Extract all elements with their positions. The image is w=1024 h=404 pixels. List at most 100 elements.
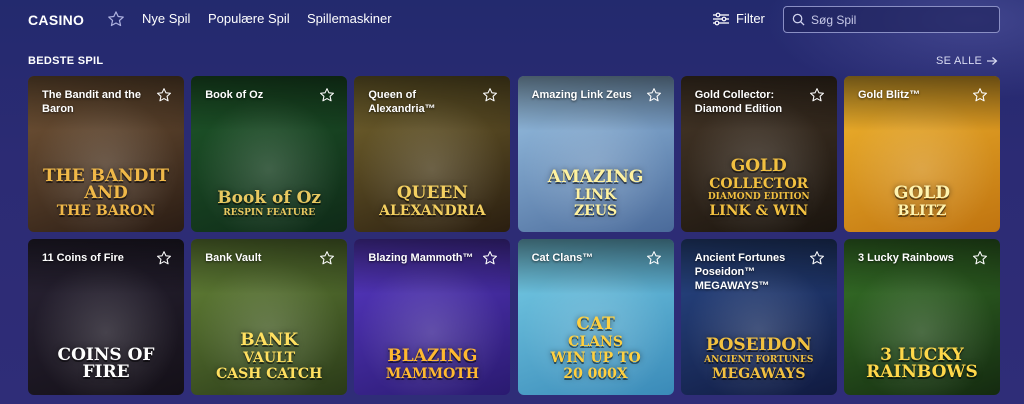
tile-title-shade	[191, 76, 348, 131]
game-logo-line: COINS OF FIRE	[57, 345, 155, 382]
nav-popular-games[interactable]: Populære Spil	[208, 11, 290, 26]
game-title: 3 Lucky Rainbows	[857, 252, 954, 264]
section-title: BEDSTE SPIL	[28, 55, 104, 67]
game-logo-line: ANCIENT FORTUNES	[704, 355, 814, 365]
game-logo-line: 3 LUCKY RAINBOWS	[866, 345, 978, 382]
game-logo: COINS OF FIRE	[36, 347, 176, 381]
game-logo-line: Book of Oz	[217, 188, 322, 208]
favorite-star-icon[interactable]	[646, 250, 662, 266]
game-logo-line: CLANS	[568, 334, 623, 350]
game-logo: 3 LUCKY RAINBOWS	[852, 347, 992, 381]
game-title: The Bandit and the Baron	[42, 89, 141, 115]
game-title: Cat Clans™	[531, 252, 594, 264]
game-tile[interactable]: Gold Collector: Diamond Edition GOLD COLLE…	[680, 76, 837, 232]
game-logo-line: BLAZING	[387, 346, 478, 366]
tile-title-shade	[517, 239, 674, 294]
game-tile[interactable]: Book of Oz Book of Oz RESPIN FEATURE	[191, 76, 348, 232]
tile-title-shade	[843, 239, 1000, 294]
game-logo-line: GOLD	[893, 183, 950, 203]
game-tile[interactable]: 11 Coins of Fire COINS OF FIRE	[28, 239, 184, 395]
game-logo: THE BANDIT AND THE BARON	[36, 166, 176, 219]
brand-label[interactable]: CASINO	[28, 12, 84, 28]
game-logo: BANK VAULT CASH CATCH	[199, 330, 339, 382]
favorites-star-icon[interactable]	[107, 10, 125, 28]
tile-title-shade	[28, 239, 184, 294]
favorite-star-icon[interactable]	[156, 250, 172, 266]
nav-new-games[interactable]: Nye Spil	[142, 11, 190, 26]
see-all-link[interactable]: SE ALLE	[936, 55, 998, 67]
game-logo: Book of Oz RESPIN FEATURE	[199, 190, 339, 218]
game-logo-line: WIN UP TO	[550, 350, 641, 366]
game-logo: GOLD COLLECTOR DIAMOND EDITION LINK & WIN	[689, 156, 829, 219]
game-title: Bank Vault	[205, 252, 262, 264]
favorite-star-icon[interactable]	[809, 87, 825, 103]
game-tile[interactable]: Amazing Link Zeus AMAZING LINK ZEUS	[517, 76, 674, 232]
game-logo-line: CAT	[576, 314, 615, 334]
search-icon	[792, 13, 805, 26]
favorite-star-icon[interactable]	[319, 250, 335, 266]
game-title: Gold Blitz™	[857, 89, 921, 101]
game-title: Amazing Link Zeus	[531, 89, 632, 101]
game-title: Ancient Fortunes Poseidon™ MEGAWAYS™	[694, 252, 786, 292]
nav-slot-machines[interactable]: Spillemaskiner	[307, 11, 392, 26]
game-title: Gold Collector: Diamond Edition	[694, 89, 783, 115]
tile-title-shade	[843, 76, 1000, 131]
game-logo-line: POSEIDON	[705, 335, 812, 355]
game-logo-line: GOLD	[730, 156, 787, 176]
game-title: Book of Oz	[205, 89, 264, 101]
game-logo-line: RESPIN FEATURE	[223, 208, 316, 218]
filter-label: Filter	[736, 11, 765, 26]
game-logo-line: CASH CATCH	[216, 366, 323, 382]
favorite-star-icon[interactable]	[646, 87, 662, 103]
game-logo-line: VAULT	[243, 350, 296, 366]
game-logo-line: 20 000X	[563, 366, 628, 382]
game-logo-line: MAMMOTH	[385, 366, 479, 382]
favorite-star-icon[interactable]	[482, 250, 498, 266]
game-logo: POSEIDON ANCIENT FORTUNES MEGAWAYS	[689, 335, 829, 382]
favorite-star-icon[interactable]	[972, 250, 988, 266]
favorite-star-icon[interactable]	[156, 87, 172, 103]
game-title: Queen of Alexandria™	[368, 89, 436, 115]
game-logo-line: THE BANDIT AND	[42, 166, 170, 203]
game-logo-line: ALEXANDRIA	[379, 203, 486, 219]
favorite-star-icon[interactable]	[809, 250, 825, 266]
game-tile[interactable]: Gold Blitz™ GOLD BLITZ	[843, 76, 1000, 232]
game-logo: GOLD BLITZ	[852, 183, 992, 219]
game-logo-line: LINK & WIN	[709, 203, 809, 219]
game-logo: QUEEN ALEXANDRIA	[362, 185, 502, 219]
favorite-star-icon[interactable]	[972, 87, 988, 103]
game-logo-line: LINK	[574, 187, 617, 203]
filter-button[interactable]: Filter	[712, 11, 765, 26]
game-logo-line: MEGAWAYS	[712, 366, 806, 382]
sliders-icon	[713, 12, 729, 25]
tile-title-shade	[517, 76, 674, 131]
game-title: Blazing Mammoth™	[368, 252, 474, 264]
favorite-star-icon[interactable]	[482, 87, 498, 103]
game-tile[interactable]: Bank Vault BANK VAULT CASH CATCH	[191, 239, 348, 395]
favorite-star-icon[interactable]	[319, 87, 335, 103]
game-logo-line: ZEUS	[573, 203, 618, 219]
game-tile[interactable]: Cat Clans™ CAT CLANS WIN UP TO 20 000X	[517, 239, 674, 395]
game-logo-line: BLITZ	[897, 203, 947, 219]
game-logo: CAT CLANS WIN UP TO 20 000X	[526, 314, 666, 382]
tile-title-shade	[354, 239, 511, 294]
tile-title-shade	[191, 239, 348, 294]
game-logo: AMAZING LINK ZEUS	[526, 167, 666, 219]
game-logo-line: DIAMOND EDITION	[707, 192, 810, 202]
game-tile[interactable]: The Bandit and the Baron THE BANDIT AND TH…	[28, 76, 184, 232]
games-grid: The Bandit and the Baron THE BANDIT AND TH…	[28, 76, 1000, 395]
search-box[interactable]	[783, 6, 1000, 33]
game-tile[interactable]: Ancient Fortunes Poseidon™ MEGAWAYS™ POSE…	[680, 239, 837, 395]
game-tile[interactable]: Queen of Alexandria™ QUEEN ALEXANDRIA	[354, 76, 511, 232]
game-logo-line: BANK	[240, 330, 299, 350]
see-all-label: SE ALLE	[936, 55, 983, 67]
top-navigation-bar: CASINO Nye Spil Populære Spil Spillemask…	[0, 0, 1024, 40]
arrow-right-icon	[987, 57, 998, 65]
game-tile[interactable]: Blazing Mammoth™ BLAZING MAMMOTH	[354, 239, 511, 395]
game-tile[interactable]: 3 Lucky Rainbows 3 LUCKY RAINBOWS	[843, 239, 1000, 395]
game-logo: BLAZING MAMMOTH	[362, 346, 502, 382]
game-logo-line: THE BARON	[56, 203, 156, 219]
game-logo-line: AMAZING	[547, 167, 644, 187]
game-title: 11 Coins of Fire	[42, 252, 124, 264]
search-input[interactable]	[811, 12, 991, 27]
